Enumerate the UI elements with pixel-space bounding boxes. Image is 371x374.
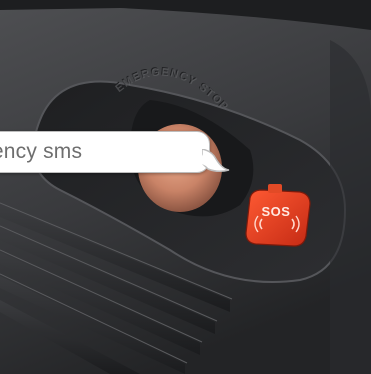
chat-bubble-tail: [202, 149, 230, 173]
emergency-stop-inscription: EMERGENCY STOP EMERGENCY STOP: [113, 66, 230, 114]
sos-button[interactable]: [244, 186, 310, 246]
car-interior-photo: EMERGENCY STOP EMERGENCY STOP SOS gency …: [0, 0, 371, 374]
chat-bubble-text: gency sms: [0, 140, 83, 163]
